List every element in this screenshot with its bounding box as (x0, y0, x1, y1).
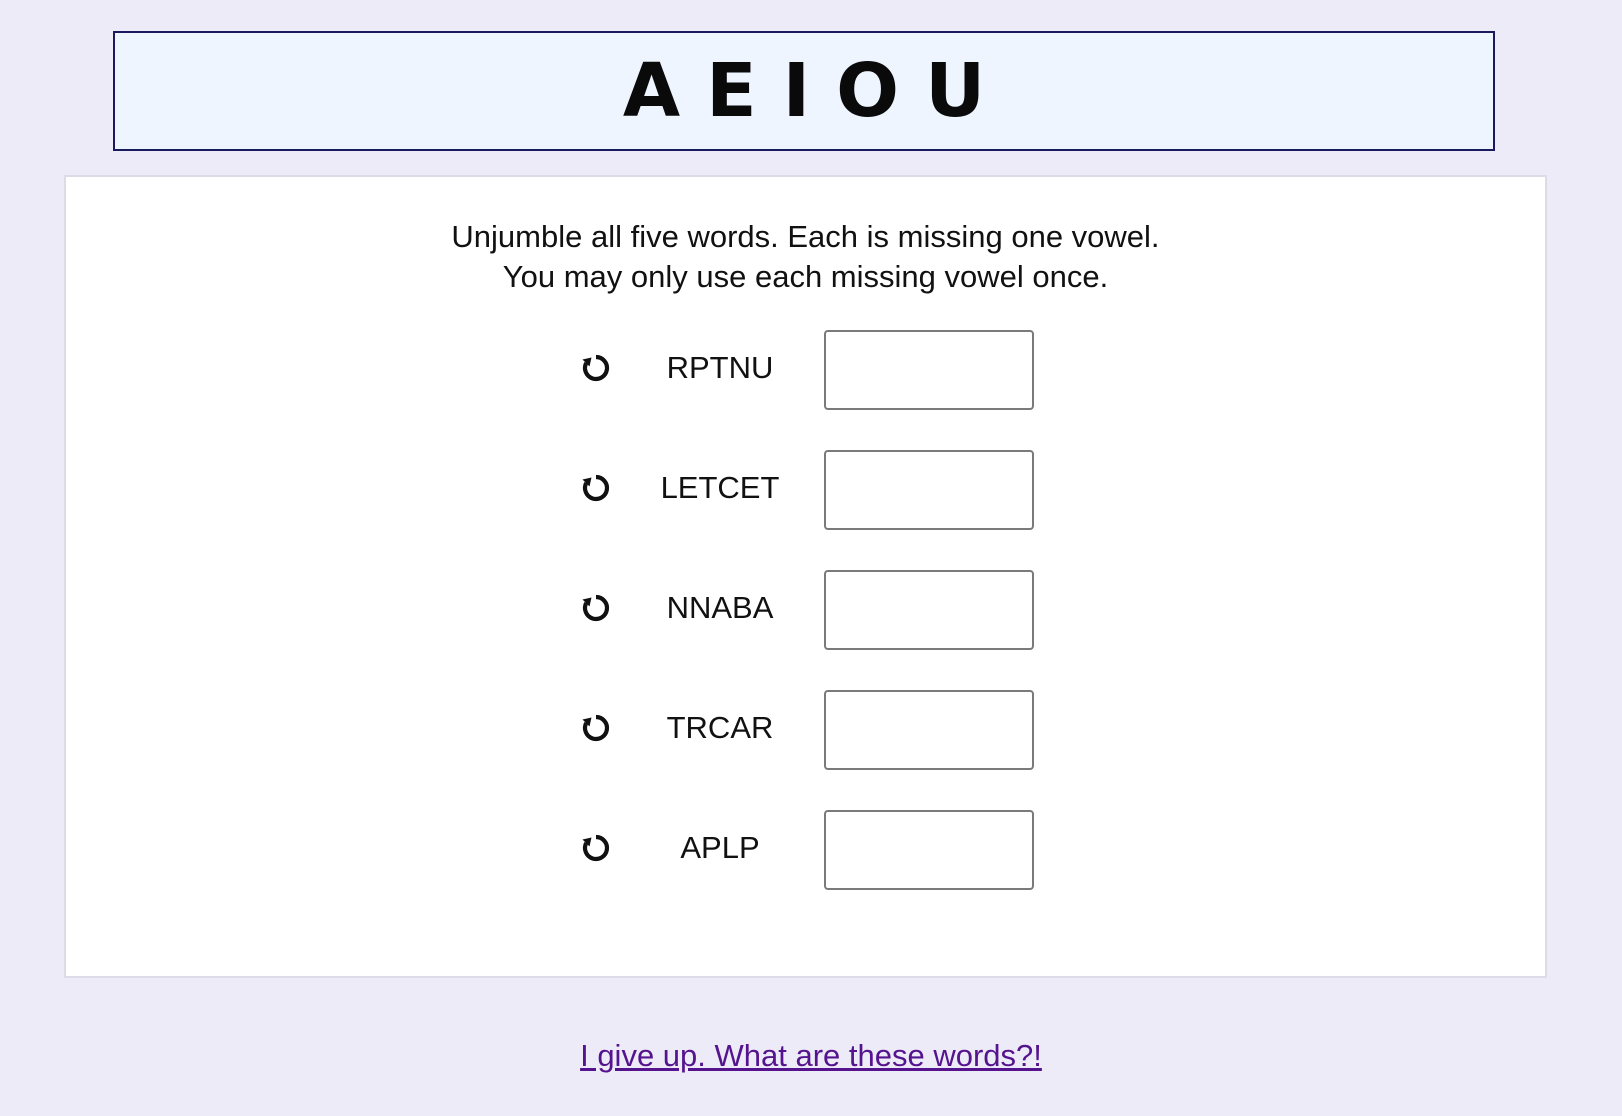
answer-input[interactable] (824, 330, 1034, 410)
answer-input[interactable] (824, 690, 1034, 770)
word-row: RPTNU (66, 330, 1545, 410)
word-row: TRCAR (66, 690, 1545, 770)
instructions: Unjumble all five words. Each is missing… (66, 217, 1545, 297)
jumbled-word: RPTNU (666, 350, 774, 385)
word-row: LETCET (66, 450, 1545, 530)
give-up-link[interactable]: I give up. What are these words?! (580, 1038, 1042, 1073)
instructions-line-1: Unjumble all five words. Each is missing… (451, 219, 1160, 254)
reload-icon[interactable] (576, 706, 616, 750)
jumbled-word: NNABA (666, 590, 774, 625)
answer-input[interactable] (824, 810, 1034, 890)
give-up-container: I give up. What are these words?! (0, 1036, 1622, 1076)
jumbled-word: LETCET (660, 470, 780, 505)
reload-icon[interactable] (576, 586, 616, 630)
word-row: NNABA (66, 570, 1545, 650)
reload-icon[interactable] (576, 826, 616, 870)
jumbled-word: TRCAR (666, 710, 774, 745)
puzzle-panel: Unjumble all five words. Each is missing… (64, 175, 1547, 978)
reload-icon[interactable] (576, 466, 616, 510)
reload-icon[interactable] (576, 346, 616, 390)
answer-input[interactable] (824, 570, 1034, 650)
title-banner: AEIOU (113, 31, 1495, 151)
page-title: AEIOU (622, 48, 1012, 134)
instructions-line-2: You may only use each missing vowel once… (502, 259, 1109, 294)
word-row: APLP (66, 810, 1545, 890)
answer-input[interactable] (824, 450, 1034, 530)
jumbled-word: APLP (680, 830, 760, 865)
